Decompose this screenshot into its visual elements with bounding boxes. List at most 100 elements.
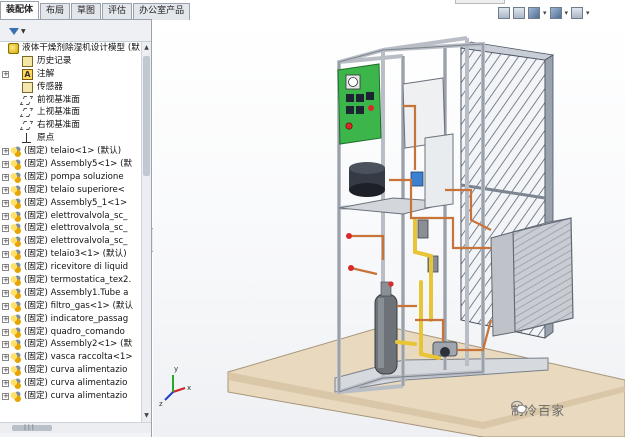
tree-item-label: (固定) Assembly2<1> (默 [24,339,133,350]
tree-item-label: (固定) indicatore_passag [24,313,129,324]
chevron-down-icon[interactable]: ▾ [565,9,569,17]
expand-icon[interactable]: + [2,393,9,401]
tree-item-label: (固定) elettrovalvola_sc_ [24,223,128,234]
tree-item-label: (固定) curva alimentazio [24,391,128,402]
section-view-icon[interactable] [513,7,525,19]
expand-icon[interactable]: + [2,341,9,349]
tree-item-label: (固定) pompa soluzione [24,171,124,182]
hide-show-items-icon[interactable] [571,7,584,19]
scrollbar-thumb[interactable] [143,56,150,176]
tree-item-component[interactable]: + (固定) telaio3<1> (默认) [0,248,141,261]
tab-layout[interactable]: 布局 [40,3,71,20]
tree-item-component[interactable]: + (固定) filtro_gas<1> (默认 [0,300,141,313]
tree-item-component[interactable]: + (固定) Assembly2<1> (默 [0,338,141,351]
tree-item-component[interactable]: + (固定) elettrovalvola_sc_ [0,222,141,235]
tree-item-component[interactable]: + (固定) pompa soluzione [0,171,141,184]
tab-evaluate[interactable]: 评估 [102,3,133,20]
tree-item-label: 上视基准面 [37,107,80,118]
tab-sketch[interactable]: 草图 [71,3,102,20]
tree-item-component[interactable]: + (固定) telaio<1> (默认) [0,145,141,158]
tree-horizontal-scrollbar[interactable]: | | | [0,422,151,433]
expand-icon[interactable]: + [2,315,9,323]
tree-item-label: 传感器 [37,81,63,92]
plane-icon [19,95,34,105]
triad-y-label: y [174,365,178,373]
tree-item-label: (固定) filtro_gas<1> (默认 [24,300,134,311]
tree-item-component[interactable]: + (固定) curva alimentazio [0,377,141,390]
tab-assembly[interactable]: 装配体 [0,1,40,20]
assembly-component-icon [10,313,21,325]
tree-item-history[interactable]: 历史记录 [0,55,141,68]
tree-item-component[interactable]: + (固定) Assembly5_1<1> [0,197,141,210]
expand-icon[interactable]: + [2,380,9,388]
tree-item-right-plane[interactable]: 右视基准面 [0,119,141,132]
expand-icon[interactable]: + [2,238,9,246]
tree-item-label: (固定) elettrovalvola_sc_ [24,210,128,221]
floor-plate [227,325,625,437]
tree-item-label: 原点 [37,133,55,144]
tree-item-component[interactable]: + (固定) curva alimentazio [0,364,141,377]
machine-model: y x z [159,36,625,437]
origin-icon [22,133,33,144]
expand-icon[interactable]: + [2,173,9,181]
zoom-to-fit-icon[interactable] [498,7,510,19]
expand-icon[interactable]: + [2,186,9,194]
tree-item-label: (固定) elettrovalvola_sc_ [24,236,128,247]
expand-icon[interactable]: + [2,354,9,362]
plane-icon [19,121,34,131]
expand-icon[interactable]: + [2,212,9,220]
liquid-receiver [374,281,398,375]
tree-item-front-plane[interactable]: 前视基准面 [0,94,141,107]
tree-item-label: (固定) telaio3<1> (默认) [24,249,127,260]
top-strip: 装配体 布局 草图 评估 办公室产品 ▾ ▾ ▾ [0,0,625,20]
expand-icon[interactable]: + [2,367,9,375]
feature-tree: 液体干燥剂除湿机设计模型 (默 历史记录 + A 注解 传感器 前视基准面 上视… [0,42,141,422]
scroll-up-icon[interactable]: ▲ [143,44,150,52]
expand-icon[interactable]: + [2,277,9,285]
chevron-down-icon: ▼ [21,27,26,35]
view-orientation-icon[interactable] [528,7,540,19]
scroll-down-icon[interactable]: ▼ [143,412,150,420]
tree-item-label: (固定) quadro_comando [24,326,125,337]
expand-icon[interactable]: + [2,161,9,169]
tree-item-label: (固定) Assembly5<1> (默 [24,159,133,170]
tree-item-component[interactable]: + (固定) vasca raccolta<1> [0,351,141,364]
tree-item-annotations[interactable]: + A 注解 [0,68,141,81]
expand-icon[interactable]: + [2,225,9,233]
component-list: + (固定) telaio<1> (默认) + (固定) Assembly5<1> (… [0,145,141,403]
expand-icon[interactable]: + [2,289,9,297]
expand-icon[interactable]: + [2,148,9,156]
expand-icon[interactable]: + [2,328,9,336]
tree-item-component[interactable]: + (固定) quadro_comando [0,326,141,339]
filter-button[interactable]: ▼ [9,25,29,37]
finned-exchanger [512,217,574,333]
tree-item-component[interactable]: + (固定) termostatica_tex2. [0,274,141,287]
expand-icon[interactable]: + [2,70,9,78]
tree-item-component[interactable]: + (固定) ricevitore di liquid [0,261,141,274]
tree-item-top-plane[interactable]: 上视基准面 [0,106,141,119]
filter-bar: ▼ [0,20,151,42]
tree-item-component[interactable]: + (固定) elettrovalvola_sc_ [0,235,141,248]
tree-item-component[interactable]: + (固定) telaio superiore< [0,184,141,197]
expand-icon[interactable]: + [2,302,9,310]
tree-vertical-scrollbar[interactable]: ▲ ▼ [141,42,151,422]
tree-item-label: (固定) ricevitore di liquid [24,262,129,273]
graphics-area[interactable]: y x z 制冷百家 [153,20,625,437]
assembly-component-icon [10,300,21,312]
display-style-icon[interactable] [549,7,562,19]
tree-item-sensors[interactable]: 传感器 [0,81,141,94]
chevron-down-icon[interactable]: ▾ [543,9,547,17]
tree-item-component[interactable]: + (固定) Assembly5<1> (默 [0,158,141,171]
expand-icon[interactable]: + [2,199,9,207]
tree-item-origin[interactable]: 原点 [0,132,141,145]
expand-icon[interactable]: + [2,264,9,272]
pump [432,341,458,357]
tree-item-component[interactable]: + (固定) indicatore_passag [0,313,141,326]
tree-root[interactable]: 液体干燥剂除湿机设计模型 (默 [0,42,141,55]
tab-office-products[interactable]: 办公室产品 [133,3,191,20]
expand-icon[interactable]: + [2,251,9,259]
tree-item-component[interactable]: + (固定) Assembly1.Tube a [0,287,141,300]
tree-item-component[interactable]: + (固定) elettrovalvola_sc_ [0,210,141,223]
chevron-down-icon[interactable]: ▾ [586,9,590,17]
tree-item-component[interactable]: + (固定) curva alimentazio [0,390,141,403]
